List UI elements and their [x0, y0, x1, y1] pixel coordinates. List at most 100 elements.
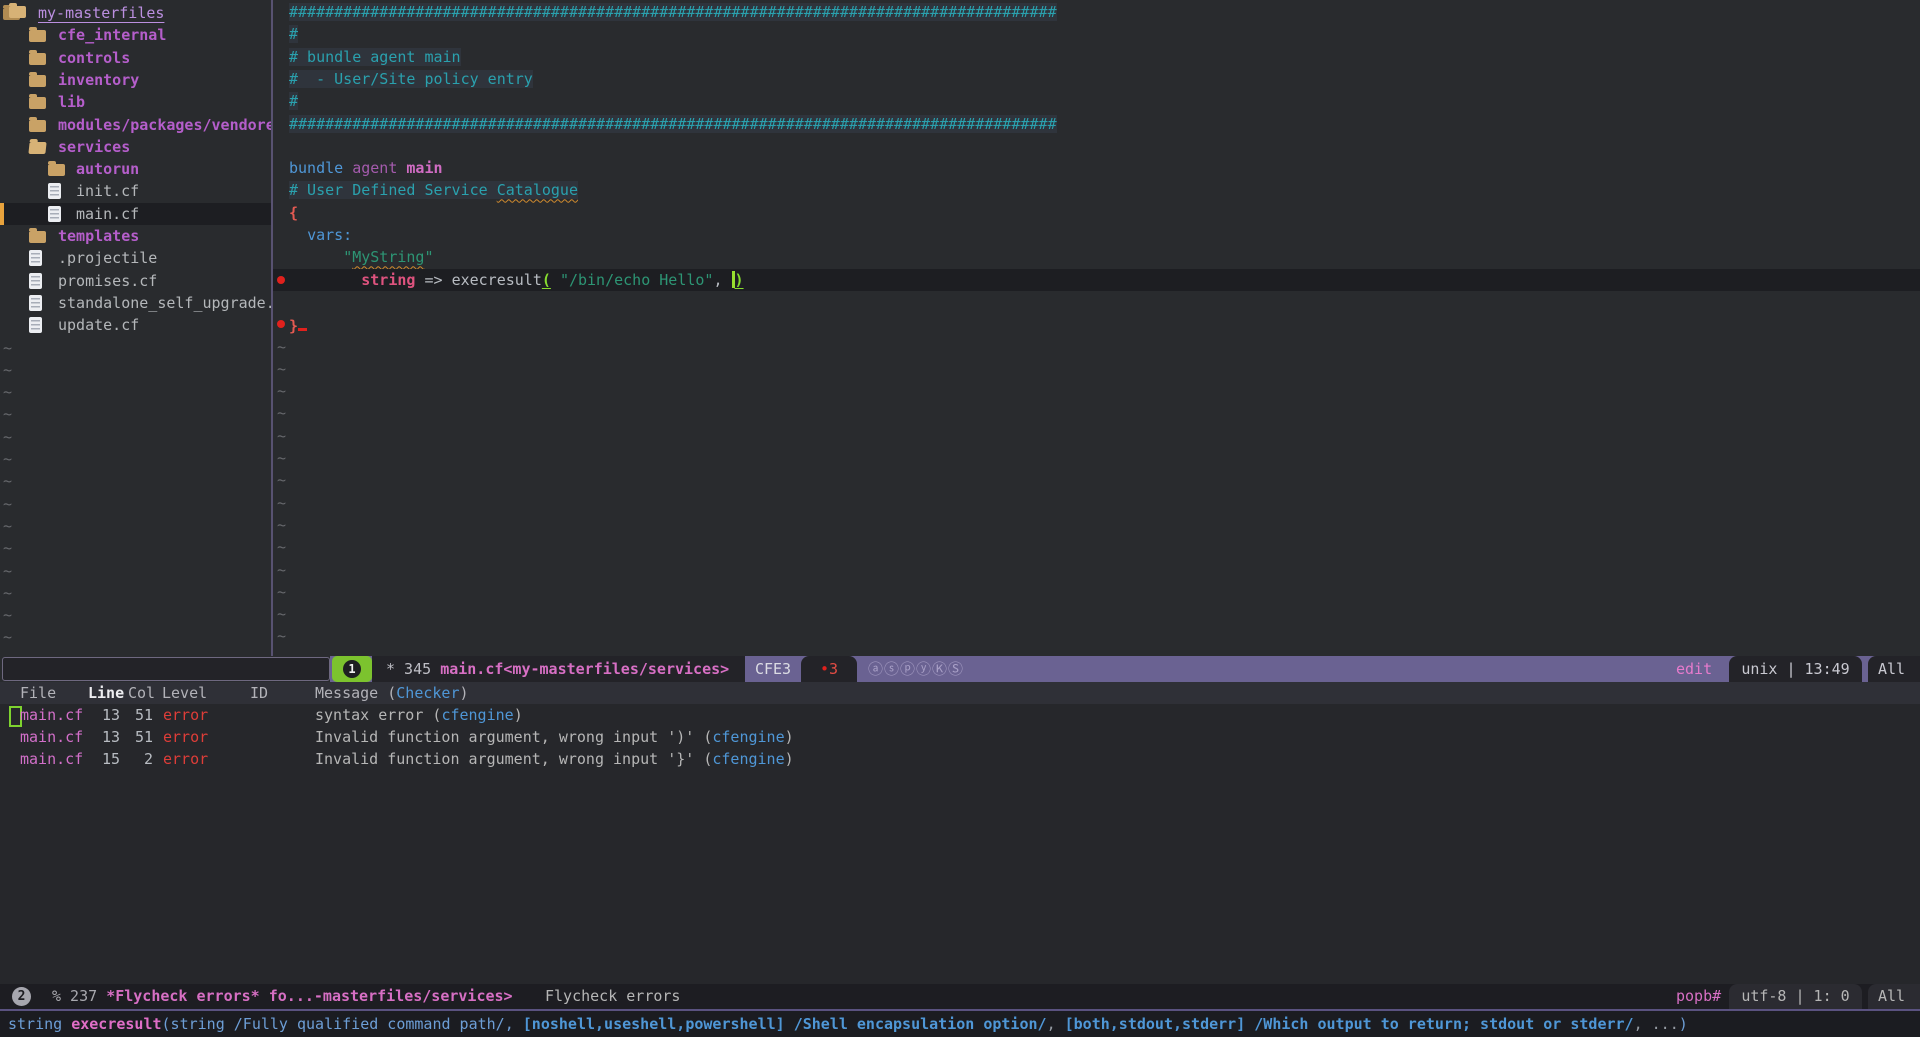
popup-state: popb#: [1676, 984, 1721, 1009]
code-line-10[interactable]: {: [273, 202, 1920, 224]
eldoc-segment: string: [8, 1015, 71, 1033]
code-line-13[interactable]: string => execresult( "/bin/echo Hello",…: [273, 269, 1920, 291]
eldoc-segment: [noshell,useshell,powershell] /Shell enc…: [523, 1015, 1047, 1033]
code-line-11[interactable]: vars:: [273, 224, 1920, 246]
col-header-message: Message (Checker): [315, 682, 469, 704]
treemacs-panel[interactable]: my-masterfilescfe_internalcontrolsinvent…: [0, 0, 271, 656]
buffer-id-segment-bottom[interactable]: % 237 *Flycheck errors* fo...-masterfile…: [52, 984, 513, 1009]
error-line: 15: [88, 748, 120, 770]
flycheck-error-row-2[interactable]: main.cf1351errorInvalid function argumen…: [0, 726, 1920, 748]
tree-item-label: promises.cf: [58, 270, 157, 292]
flycheck-error-counter[interactable]: •3: [801, 656, 857, 682]
tree-item-label: modules/packages/vendored: [58, 114, 271, 136]
empty-line-tilde: ~: [277, 559, 286, 581]
col-header-line: Line: [88, 682, 124, 704]
buffer-modified-size: * 345: [386, 660, 440, 678]
folder-icon: [29, 97, 46, 109]
buffer-id-segment[interactable]: * 345 main.cf<my-masterfiles/services>: [372, 656, 745, 682]
tree-item-label: inventory: [58, 69, 139, 91]
tree-item-lib[interactable]: lib: [0, 91, 271, 113]
code-line-14[interactable]: [273, 291, 1920, 313]
root-folder-icon: [3, 5, 31, 22]
file-icon: [48, 206, 61, 222]
empty-line-tilde: ~: [277, 514, 286, 536]
empty-line-tilde: ~: [277, 625, 286, 647]
empty-line-tilde: ~: [3, 515, 12, 537]
tree-item-label: lib: [58, 91, 85, 113]
editor-window[interactable]: ########################################…: [273, 0, 1920, 656]
error-level: error: [163, 726, 208, 748]
code-line-2[interactable]: #: [273, 23, 1920, 45]
tree-item-controls[interactable]: controls: [0, 47, 271, 69]
empty-line-tilde: ~: [277, 358, 286, 380]
col-header-id: ID: [250, 682, 268, 704]
tree-item-modules-packages-vendored[interactable]: modules/packages/vendored: [0, 114, 271, 136]
error-message: syntax error (cfengine): [315, 704, 523, 726]
code-line-6[interactable]: ########################################…: [273, 113, 1920, 135]
error-col: 2: [123, 748, 153, 770]
tree-item--projectile[interactable]: .projectile: [0, 247, 271, 269]
error-col: 51: [123, 704, 153, 726]
scroll-position: All: [1868, 656, 1920, 682]
empty-line-tilde: ~: [3, 560, 12, 582]
empty-line-tilde: ~: [277, 380, 286, 402]
flycheck-error-row-3[interactable]: main.cf152errorInvalid function argument…: [0, 748, 1920, 770]
flycheck-errors-window[interactable]: File Line Col Level ID Message (Checker)…: [0, 682, 1920, 984]
folder-open-icon: [28, 142, 46, 154]
empty-line-tilde: ~: [3, 448, 12, 470]
folder-icon: [29, 75, 46, 87]
error-line: 13: [88, 726, 120, 748]
major-mode-indicator[interactable]: CFE3: [745, 656, 801, 682]
emacs-frame: my-masterfilescfe_internalcontrolsinvent…: [0, 0, 1920, 1037]
eldoc-segment: ,: [1047, 1015, 1065, 1033]
error-message: Invalid function argument, wrong input '…: [315, 726, 794, 748]
major-mode-name: Flycheck errors: [545, 984, 680, 1009]
empty-line-tilde: ~: [277, 581, 286, 603]
code-line-1[interactable]: ########################################…: [273, 1, 1920, 23]
file-icon: [29, 250, 42, 266]
file-icon: [48, 183, 61, 199]
empty-line-tilde: ~: [3, 337, 12, 359]
tree-item-main-cf[interactable]: main.cf: [0, 203, 271, 225]
encoding-position: utf-8 | 1: 0: [1729, 984, 1862, 1009]
error-checker: cfengine: [712, 728, 784, 746]
file-icon: [29, 295, 42, 311]
col-header-file: File: [20, 682, 56, 704]
code-line-8[interactable]: bundle agent main: [273, 157, 1920, 179]
code-line-15[interactable]: }: [273, 313, 1920, 335]
tree-item-label: templates: [58, 225, 139, 247]
tree-item-update-cf[interactable]: update.cf: [0, 314, 271, 336]
eldoc-segment: [both,stdout,stderr] /Which output to re…: [1065, 1015, 1634, 1033]
empty-line-tilde: ~: [3, 537, 12, 559]
code-line-7[interactable]: [273, 135, 1920, 157]
code-line-5[interactable]: #: [273, 90, 1920, 112]
empty-line-tilde: ~: [3, 381, 12, 403]
tree-item-standalone-self-upgrade-cf[interactable]: standalone_self_upgrade.cf: [0, 292, 271, 314]
flycheck-error-row-1[interactable]: main.cf1351errorsyntax error (cfengine): [0, 704, 1920, 726]
tree-item-label: services: [58, 136, 130, 158]
tree-item-promises-cf[interactable]: promises.cf: [0, 270, 271, 292]
flycheck-header-line: File Line Col Level ID Message (Checker): [0, 682, 1920, 704]
empty-line-tilde: ~: [3, 403, 12, 425]
tree-item-autorun[interactable]: autorun: [0, 158, 271, 180]
code-line-3[interactable]: # bundle agent main: [273, 46, 1920, 68]
tree-item-inventory[interactable]: inventory: [0, 69, 271, 91]
tree-item-services[interactable]: services: [0, 136, 271, 158]
empty-line-tilde: ~: [277, 603, 286, 625]
error-count: 3: [829, 660, 838, 678]
eldoc-segment: (string /Fully qualified command path/,: [162, 1015, 523, 1033]
error-checker: cfengine: [712, 750, 784, 768]
tree-item-init-cf[interactable]: init.cf: [0, 180, 271, 202]
code-line-9[interactable]: # User Defined Service Catalogue: [273, 179, 1920, 201]
code-line-12[interactable]: "MyString": [273, 246, 1920, 268]
empty-line-tilde: ~: [277, 336, 286, 358]
code-line-4[interactable]: # - User/Site policy entry: [273, 68, 1920, 90]
selection-bar: [0, 203, 4, 225]
error-line: 13: [88, 704, 120, 726]
error-file: main.cf: [20, 704, 83, 726]
tree-item-templates[interactable]: templates: [0, 225, 271, 247]
tree-item-cfe-internal[interactable]: cfe_internal: [0, 24, 271, 46]
error-level: error: [163, 748, 208, 770]
empty-line-tilde: ~: [277, 536, 286, 558]
tree-root-my-masterfiles[interactable]: my-masterfiles: [0, 2, 271, 24]
